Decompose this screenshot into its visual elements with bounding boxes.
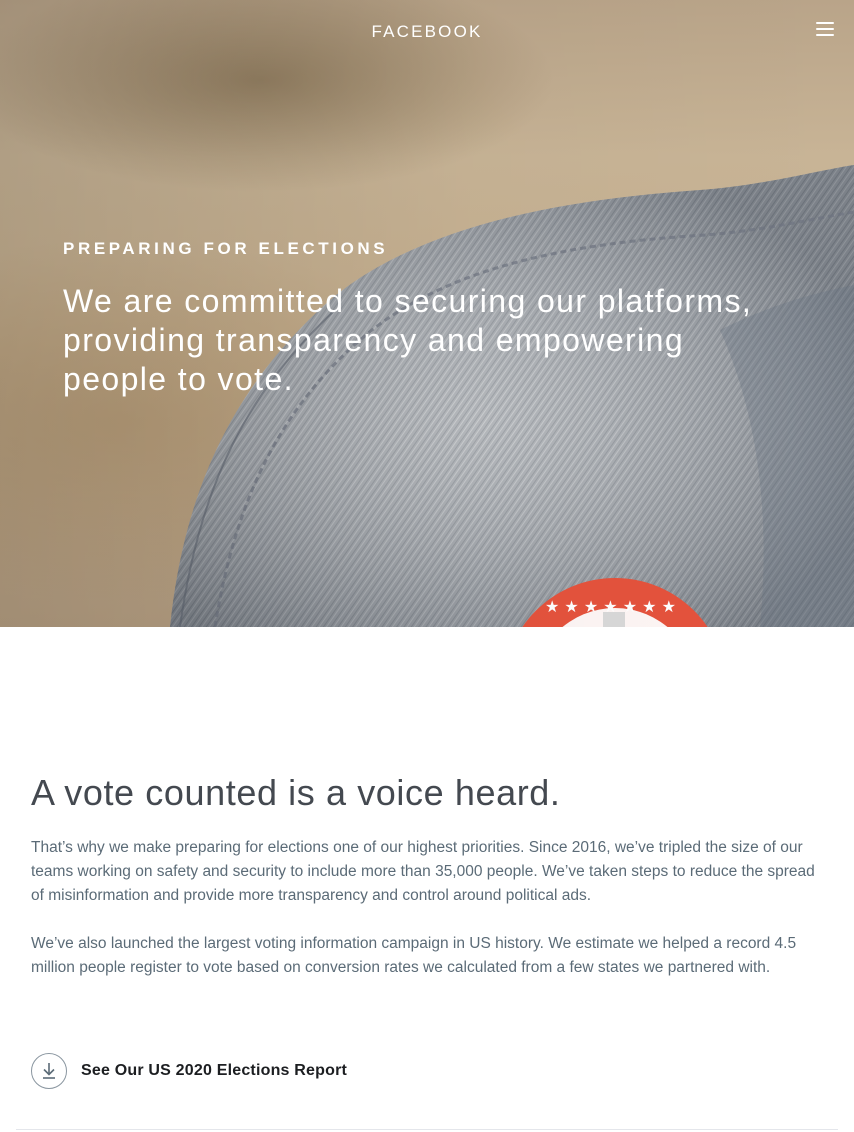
body-paragraph: That’s why we make preparing for electio…	[31, 839, 815, 904]
hero-banner: ★ ★ ★ ★ ★ ★ ★ FACEBOOK PREPARING FOR ELE…	[0, 0, 854, 627]
section-headline: A vote counted is a voice heard.	[31, 772, 561, 813]
elections-report-link[interactable]: See Our US 2020 Elections Report	[31, 1053, 347, 1089]
report-link-label: See Our US 2020 Elections Report	[81, 1062, 348, 1079]
hamburger-menu-icon[interactable]	[816, 22, 834, 38]
body-paragraph: We’ve also launched the largest voting i…	[31, 935, 797, 976]
divider	[16, 1129, 838, 1130]
brand-logo[interactable]: FACEBOOK	[0, 22, 854, 42]
hero-eyebrow: PREPARING FOR ELECTIONS	[63, 239, 389, 258]
main-content: A vote counted is a voice heard. That’s …	[31, 770, 831, 980]
hero-title: We are committed to securing our platfor…	[63, 283, 753, 397]
download-icon	[31, 1053, 67, 1089]
